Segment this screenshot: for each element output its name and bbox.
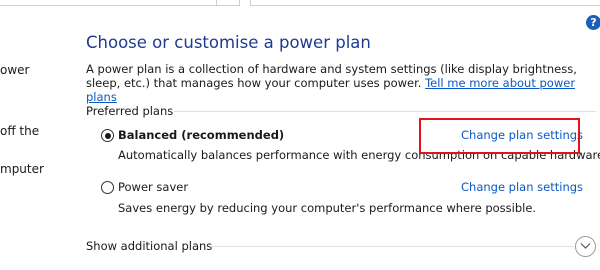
left-pane-link-fragment[interactable]: mputer bbox=[0, 162, 44, 176]
radio-selected-dot bbox=[104, 132, 111, 139]
balanced-radio[interactable] bbox=[101, 129, 114, 142]
search-box[interactable] bbox=[250, 0, 600, 6]
address-bar-divider bbox=[216, 0, 217, 5]
show-additional-plans-header[interactable]: Show additional plans bbox=[86, 239, 596, 253]
section-divider bbox=[174, 111, 596, 112]
address-bar[interactable] bbox=[0, 0, 240, 6]
preferred-plans-header: Preferred plans bbox=[86, 104, 596, 118]
change-plan-settings-balanced-link[interactable]: Change plan settings bbox=[461, 128, 583, 142]
left-pane-link-fragment[interactable]: off the bbox=[0, 124, 39, 138]
top-bar bbox=[0, 0, 600, 6]
change-plan-settings-power-saver-link[interactable]: Change plan settings bbox=[461, 180, 583, 194]
page-title: Choose or customise a power plan bbox=[86, 33, 371, 52]
plan-description-power-saver: Saves energy by reducing your computer's… bbox=[118, 201, 537, 215]
preferred-plans-label: Preferred plans bbox=[86, 104, 180, 118]
plan-name-power-saver[interactable]: Power saver bbox=[118, 180, 188, 194]
plan-name-balanced[interactable]: Balanced (recommended) bbox=[118, 128, 284, 142]
section-divider bbox=[210, 246, 574, 247]
help-icon[interactable]: ? bbox=[586, 15, 600, 30]
power-saver-radio[interactable] bbox=[101, 181, 114, 194]
expand-additional-plans-button[interactable] bbox=[575, 236, 596, 257]
chevron-down-icon bbox=[580, 243, 591, 249]
page-description: A power plan is a collection of hardware… bbox=[86, 62, 596, 104]
left-pane-link-fragment[interactable]: ower bbox=[0, 63, 29, 77]
plan-description-balanced: Automatically balances performance with … bbox=[118, 148, 600, 162]
show-additional-plans-label[interactable]: Show additional plans bbox=[86, 239, 219, 253]
